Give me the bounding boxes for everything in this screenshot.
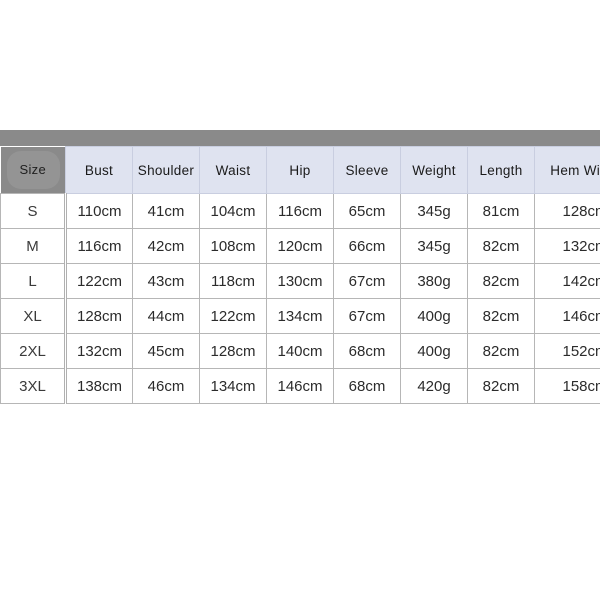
page-canvas: Size Bust Shoulder Waist Hip Sleeve Weig… <box>0 0 600 600</box>
cell-length: 82cm <box>467 333 535 369</box>
cell-hip: 140cm <box>266 333 334 369</box>
cell-length: 82cm <box>467 228 535 264</box>
cell-shoulder: 42cm <box>132 228 200 264</box>
cell-hem-width: 152cm <box>534 333 600 369</box>
cell-size: M <box>0 228 67 264</box>
cell-sleeve: 67cm <box>333 298 401 334</box>
cell-sleeve: 65cm <box>333 193 401 229</box>
column-header-weight: Weight <box>400 146 468 194</box>
cell-sleeve: 67cm <box>333 263 401 299</box>
cell-shoulder: 41cm <box>132 193 200 229</box>
column-header-hip: Hip <box>266 146 334 194</box>
cell-bust: 110cm <box>65 193 133 229</box>
cell-weight: 380g <box>400 263 468 299</box>
cell-waist: 118cm <box>199 263 267 299</box>
table-row: L 122cm 43cm 118cm 130cm 67cm 380g 82cm … <box>0 263 600 299</box>
cell-weight: 400g <box>400 298 468 334</box>
cell-size: L <box>0 263 67 299</box>
cell-length: 81cm <box>467 193 535 229</box>
table-row: S 110cm 41cm 104cm 116cm 65cm 345g 81cm … <box>0 193 600 229</box>
cell-bust: 128cm <box>65 298 133 334</box>
column-header-length: Length <box>467 146 535 194</box>
column-header-size-label: Size <box>19 162 46 178</box>
column-header-shoulder: Shoulder <box>132 146 200 194</box>
table-row: M 116cm 42cm 108cm 120cm 66cm 345g 82cm … <box>0 228 600 264</box>
cell-length: 82cm <box>467 298 535 334</box>
table-header: Size Bust Shoulder Waist Hip Sleeve Weig… <box>0 146 600 194</box>
cell-waist: 122cm <box>199 298 267 334</box>
cell-bust: 122cm <box>65 263 133 299</box>
cell-shoulder: 45cm <box>132 333 200 369</box>
cell-waist: 134cm <box>199 368 267 404</box>
table-body: S 110cm 41cm 104cm 116cm 65cm 345g 81cm … <box>0 193 600 404</box>
cell-sleeve: 68cm <box>333 333 401 369</box>
cell-size: S <box>0 193 67 229</box>
column-header-waist: Waist <box>199 146 267 194</box>
cell-shoulder: 43cm <box>132 263 200 299</box>
cell-weight: 420g <box>400 368 468 404</box>
column-header-size: Size <box>0 146 66 194</box>
cell-hip: 130cm <box>266 263 334 299</box>
header-row: Size Bust Shoulder Waist Hip Sleeve Weig… <box>0 146 600 194</box>
table-row: 2XL 132cm 45cm 128cm 140cm 68cm 400g 82c… <box>0 333 600 369</box>
column-header-hem-width: Hem Width <box>534 146 600 194</box>
column-header-sleeve: Sleeve <box>333 146 401 194</box>
cell-bust: 132cm <box>65 333 133 369</box>
cell-length: 82cm <box>467 263 535 299</box>
cell-hem-width: 142cm <box>534 263 600 299</box>
cell-bust: 116cm <box>65 228 133 264</box>
cell-size: XL <box>0 298 67 334</box>
cell-hem-width: 128cm <box>534 193 600 229</box>
cell-length: 82cm <box>467 368 535 404</box>
size-chart-container: Size Bust Shoulder Waist Hip Sleeve Weig… <box>0 130 600 404</box>
cell-weight: 345g <box>400 193 468 229</box>
cell-hip: 120cm <box>266 228 334 264</box>
cell-sleeve: 66cm <box>333 228 401 264</box>
table-row: 3XL 138cm 46cm 134cm 146cm 68cm 420g 82c… <box>0 368 600 404</box>
cell-weight: 400g <box>400 333 468 369</box>
cell-hip: 134cm <box>266 298 334 334</box>
cell-waist: 108cm <box>199 228 267 264</box>
cell-hem-width: 132cm <box>534 228 600 264</box>
cell-hem-width: 146cm <box>534 298 600 334</box>
cell-weight: 345g <box>400 228 468 264</box>
table-row: XL 128cm 44cm 122cm 134cm 67cm 400g 82cm… <box>0 298 600 334</box>
size-chart-table: Size Bust Shoulder Waist Hip Sleeve Weig… <box>0 146 600 404</box>
column-header-bust: Bust <box>65 146 133 194</box>
cell-hip: 146cm <box>266 368 334 404</box>
cell-shoulder: 46cm <box>132 368 200 404</box>
cell-size: 2XL <box>0 333 67 369</box>
table-top-band <box>0 130 600 146</box>
cell-hip: 116cm <box>266 193 334 229</box>
cell-shoulder: 44cm <box>132 298 200 334</box>
cell-bust: 138cm <box>65 368 133 404</box>
cell-size: 3XL <box>0 368 67 404</box>
cell-hem-width: 158cm <box>534 368 600 404</box>
cell-waist: 128cm <box>199 333 267 369</box>
cell-waist: 104cm <box>199 193 267 229</box>
cell-sleeve: 68cm <box>333 368 401 404</box>
